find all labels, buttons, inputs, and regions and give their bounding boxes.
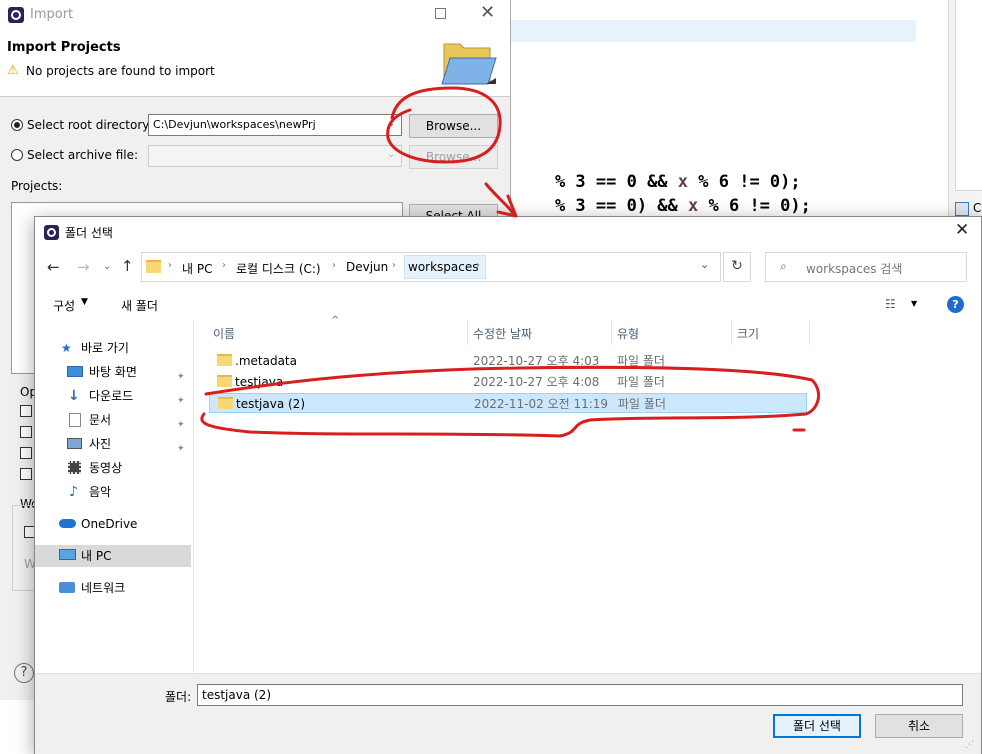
annotation-overlay [200, 86, 821, 438]
annotation-underline [200, 365, 821, 438]
annotation-circle [386, 86, 502, 164]
